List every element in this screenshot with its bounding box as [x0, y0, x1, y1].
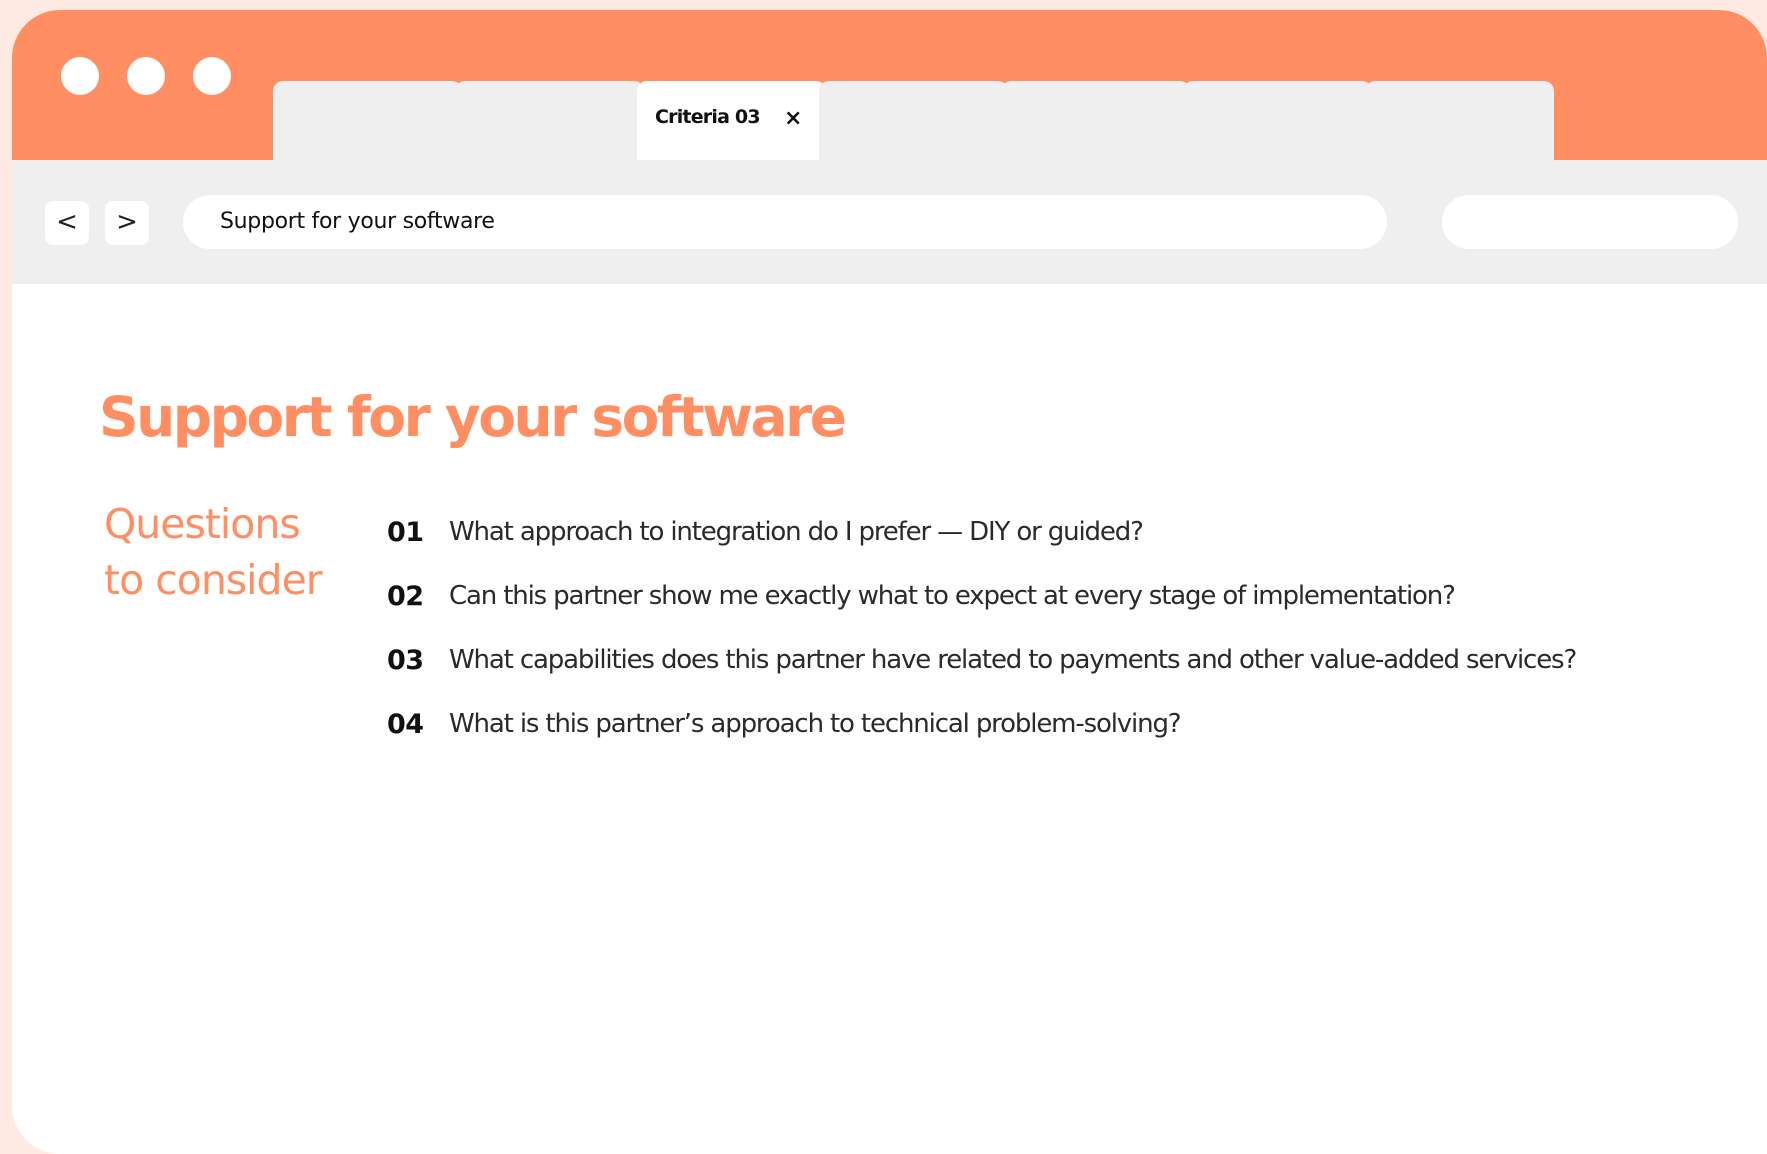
browser-toolbar: < > Support for your software: [12, 160, 1767, 284]
address-bar[interactable]: Support for your software: [183, 195, 1387, 249]
list-item: 04 What is this partner’s approach to te…: [387, 692, 1747, 756]
question-text: What capabilities does this partner have…: [449, 645, 1577, 675]
question-number: 01: [387, 516, 424, 548]
question-number: 03: [387, 644, 424, 676]
questions-list: 01 What approach to integration do I pre…: [387, 500, 1747, 756]
question-number: 02: [387, 580, 424, 612]
window-control-dot-2[interactable]: [127, 57, 165, 95]
tab-2[interactable]: [455, 81, 644, 161]
window-control-dot-1[interactable]: [61, 57, 99, 95]
questions-heading-line-2: to consider: [104, 556, 323, 604]
questions-heading: Questions to consider: [104, 496, 364, 608]
browser-window: Criteria 03 × < > Support for your softw…: [12, 10, 1767, 1154]
tab-criteria-03-label: Criteria 03: [655, 106, 761, 128]
forward-button[interactable]: >: [105, 201, 149, 245]
list-item: 03 What capabilities does this partner h…: [387, 628, 1747, 692]
tab-criteria-03[interactable]: Criteria 03 ×: [637, 81, 826, 161]
page-title: Support for your software: [99, 385, 847, 449]
close-icon[interactable]: ×: [784, 105, 802, 133]
title-bar: Criteria 03 ×: [12, 10, 1767, 161]
tab-4[interactable]: [819, 81, 1008, 161]
tab-7[interactable]: [1365, 81, 1554, 161]
questions-heading-line-1: Questions: [104, 500, 301, 548]
back-button[interactable]: <: [45, 201, 89, 245]
question-text: What is this partner’s approach to techn…: [449, 709, 1182, 739]
tab-1[interactable]: [273, 81, 462, 161]
question-number: 04: [387, 708, 424, 740]
question-text: What approach to integration do I prefer…: [449, 517, 1144, 547]
tab-5[interactable]: [1001, 81, 1190, 161]
tab-6[interactable]: [1183, 81, 1372, 161]
question-text: Can this partner show me exactly what to…: [449, 581, 1456, 611]
list-item: 02 Can this partner show me exactly what…: [387, 564, 1747, 628]
search-bar[interactable]: [1442, 195, 1738, 249]
list-item: 01 What approach to integration do I pre…: [387, 500, 1747, 564]
window-control-dot-3[interactable]: [193, 57, 231, 95]
